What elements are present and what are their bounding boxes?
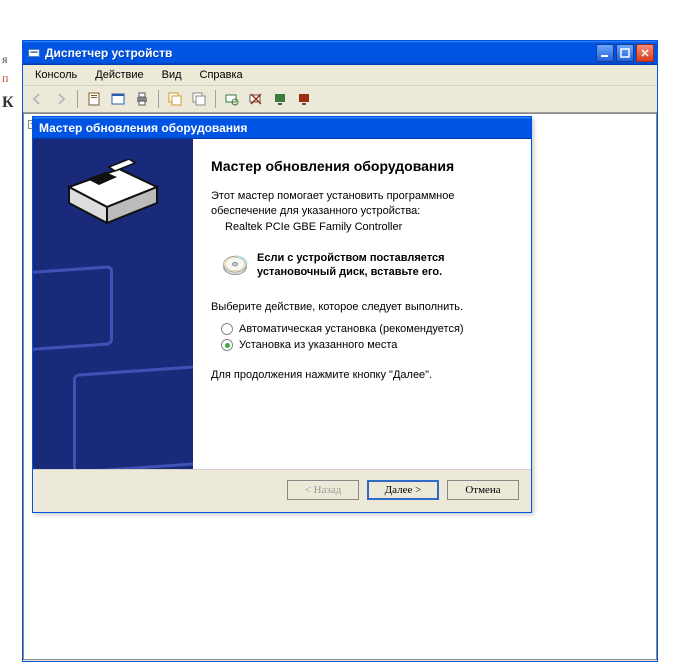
overlay1-icon[interactable] xyxy=(165,89,185,109)
next-button[interactable]: Далее > xyxy=(367,480,439,500)
maximize-button[interactable] xyxy=(616,44,634,62)
wizard-heading: Мастер обновления оборудования xyxy=(211,157,513,175)
radio-manual-label: Установка из указанного места xyxy=(239,339,397,351)
scan-icon[interactable] xyxy=(222,89,242,109)
wizard-content: Мастер обновления оборудования Этот маст… xyxy=(193,139,531,469)
wizard-title: Мастер обновления оборудования xyxy=(39,121,247,135)
back-button: < Назад xyxy=(287,480,359,500)
cancel-button[interactable]: Отмена xyxy=(447,480,519,500)
radio-manual-install[interactable]: Установка из указанного места xyxy=(221,339,513,351)
wizard-description: Этот мастер помогает установить программ… xyxy=(211,189,513,219)
menu-action[interactable]: Действие xyxy=(87,67,151,83)
radio-icon-selected xyxy=(221,339,233,351)
hardware-graphic-icon xyxy=(59,159,167,233)
toolbar xyxy=(23,86,657,113)
print-icon[interactable] xyxy=(132,89,152,109)
close-button[interactable] xyxy=(636,44,654,62)
radio-auto-label: Автоматическая установка (рекомендуется) xyxy=(239,323,464,335)
minimize-button[interactable] xyxy=(596,44,614,62)
device-tree: − HOME-12E56E117F Мастер обновления обор… xyxy=(23,113,657,660)
properties-icon[interactable] xyxy=(84,89,104,109)
menu-help[interactable]: Справка xyxy=(192,67,251,83)
wizard-sidebar xyxy=(33,139,193,469)
menu-bar: Консоль Действие Вид Справка xyxy=(23,65,657,86)
window-titlebar[interactable]: Диспетчер устройств xyxy=(23,41,657,65)
forward-icon xyxy=(51,89,71,109)
continue-hint: Для продолжения нажмите кнопку "Далее". xyxy=(211,369,513,381)
back-icon xyxy=(27,89,47,109)
cd-hint-text: Если с устройством поставляется установо… xyxy=(257,251,513,280)
app-icon xyxy=(27,46,41,60)
menu-view[interactable]: Вид xyxy=(154,67,190,83)
overlay2-icon[interactable] xyxy=(189,89,209,109)
hardware-update-wizard: Мастер обновления оборудования Мастер об xyxy=(32,116,532,513)
background-fragment: я п К xyxy=(2,50,14,116)
window-icon[interactable] xyxy=(108,89,128,109)
wizard-button-row: < Назад Далее > Отмена xyxy=(33,469,531,512)
disable-icon[interactable] xyxy=(294,89,314,109)
wizard-titlebar[interactable]: Мастер обновления оборудования xyxy=(33,117,531,139)
radio-icon xyxy=(221,323,233,335)
choose-action-label: Выберите действие, которое следует выпол… xyxy=(211,301,513,313)
device-name: Realtek PCIe GBE Family Controller xyxy=(225,221,513,233)
update-icon[interactable] xyxy=(270,89,290,109)
device-manager-window: Диспетчер устройств Консоль Действие Вид… xyxy=(22,40,658,662)
uninstall-icon[interactable] xyxy=(246,89,266,109)
menu-console[interactable]: Консоль xyxy=(27,67,85,83)
radio-auto-install[interactable]: Автоматическая установка (рекомендуется) xyxy=(221,323,513,335)
window-title: Диспетчер устройств xyxy=(45,46,596,60)
cd-icon xyxy=(221,251,249,279)
